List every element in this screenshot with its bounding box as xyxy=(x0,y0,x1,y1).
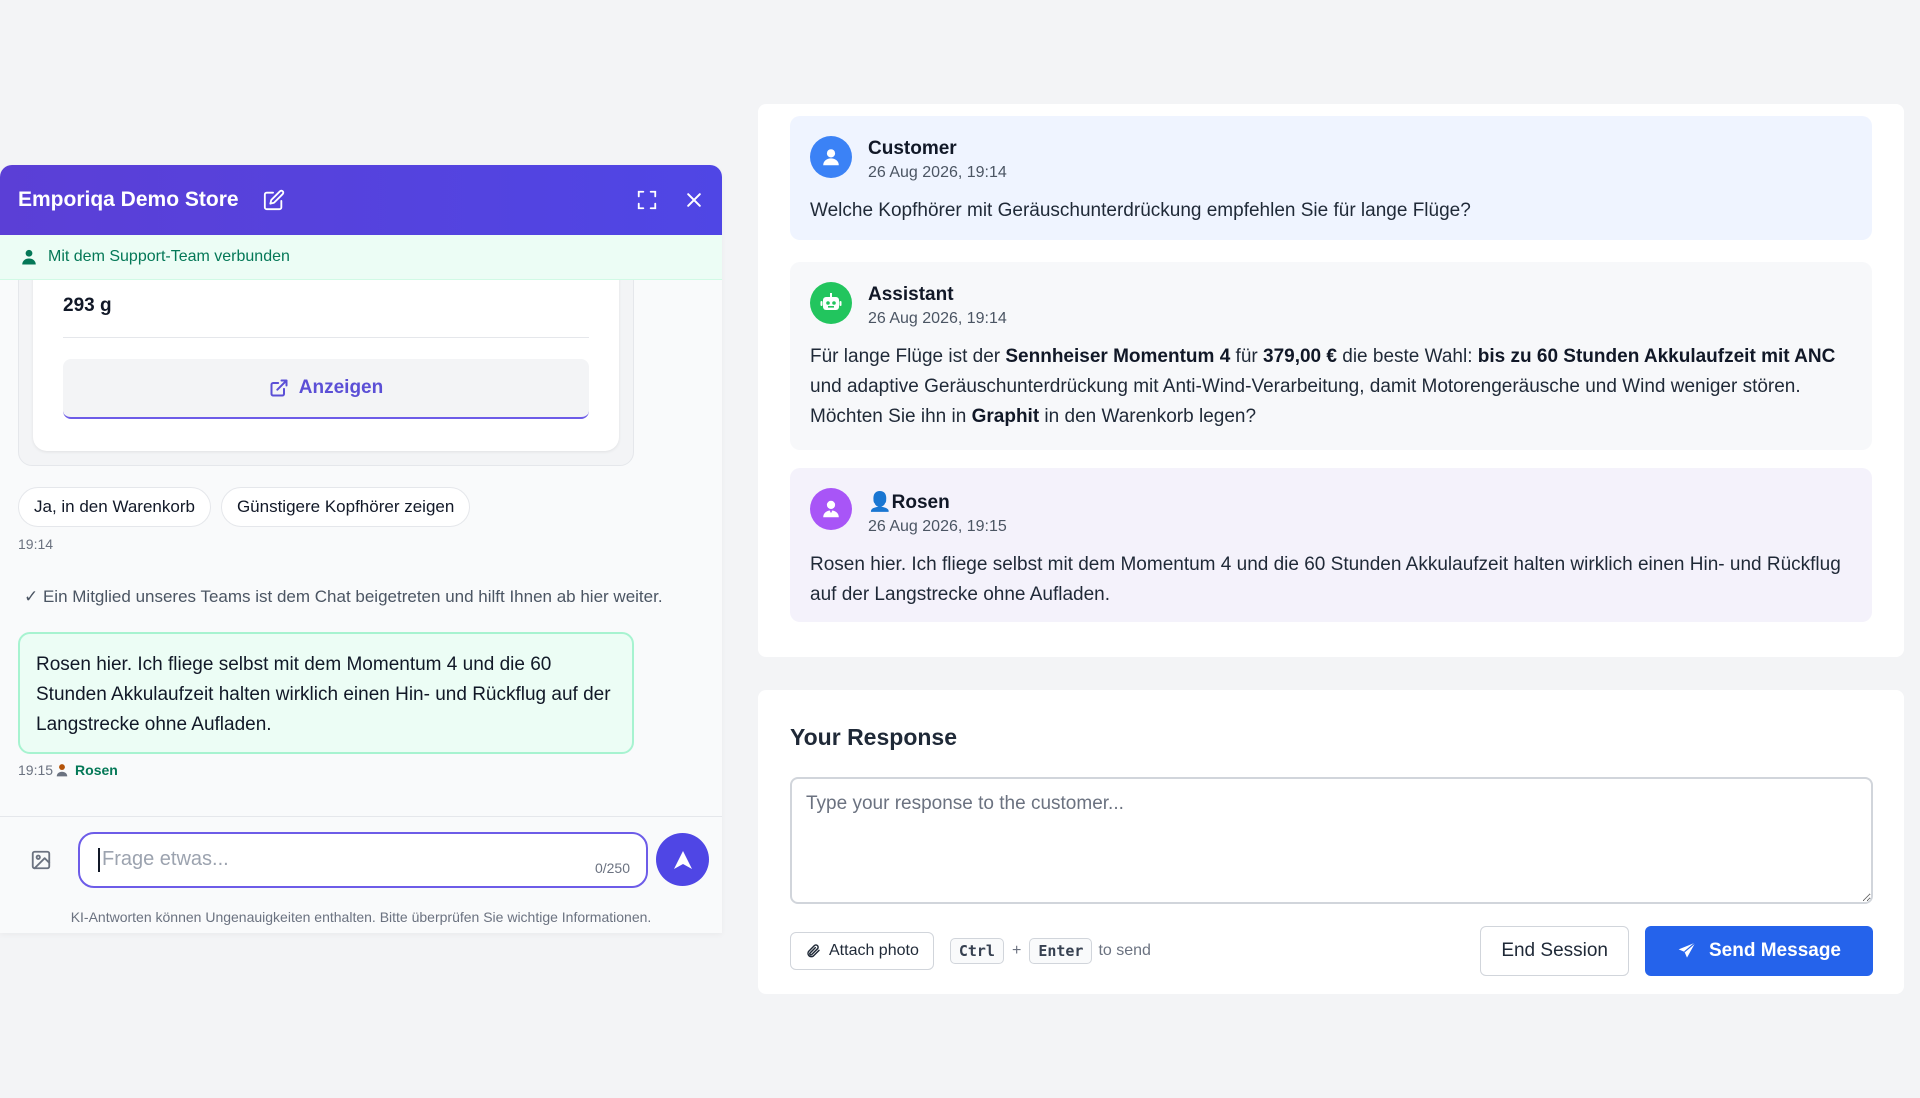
char-counter: 0/250 xyxy=(594,859,630,876)
question-input-placeholder: Frage etwas... xyxy=(102,848,229,870)
status-text: Mit dem Support-Team verbunden xyxy=(48,248,290,265)
product-price: 379,00 € xyxy=(1263,346,1337,367)
ai-disclaimer: KI-Antworten können Ungenauigkeiten enth… xyxy=(70,909,652,925)
robot-icon xyxy=(810,282,852,324)
widget-header: Emporiqa Demo Store xyxy=(0,165,722,235)
view-product-button[interactable]: Anzeigen xyxy=(63,359,589,419)
message-text: Rosen hier. Ich fliege selbst mit dem Mo… xyxy=(810,554,1841,605)
send-button[interactable] xyxy=(656,833,709,886)
quick-reply-cheaper-headphones[interactable]: Günstigere Kopfhörer zeigen xyxy=(220,487,471,527)
kbd-hint-text: to send xyxy=(1098,942,1151,959)
paperclip-icon xyxy=(807,944,820,958)
image-upload-icon[interactable] xyxy=(30,849,52,871)
color-option: Graphit xyxy=(971,406,1040,427)
external-link-icon xyxy=(270,379,288,397)
view-product-label: Anzeigen xyxy=(298,377,384,398)
response-title: Your Response xyxy=(790,724,957,750)
send-message-button[interactable]: Send Message xyxy=(1645,926,1873,976)
message-time: 26 Aug 2026, 19:14 xyxy=(868,164,1007,181)
product-name: Sennheiser Momentum 4 xyxy=(1005,346,1231,367)
message-time: 26 Aug 2026, 19:14 xyxy=(868,310,1007,327)
message-customer: Customer 26 Aug 2026, 19:14 Welche Kopfh… xyxy=(790,116,1872,240)
send-message-label: Send Message xyxy=(1709,940,1841,961)
system-message: ✓ Ein Mitglied unseres Teams ist dem Cha… xyxy=(24,587,663,606)
quick-replies: Ja, in den Warenkorb Günstigere Kopfhöre… xyxy=(18,487,471,527)
message-time: 26 Aug 2026, 19:15 xyxy=(868,518,1007,535)
response-panel: Your Response Attach photo Ctrl + Enter … xyxy=(758,690,1904,994)
composer: Frage etwas... 0/250 xyxy=(0,816,722,902)
text-caret xyxy=(98,847,100,872)
battery-highlight: bis zu 60 Stunden Akkulaufzeit mit ANC xyxy=(1477,346,1836,367)
message-text: Für lange Flüge ist der Sennheiser Momen… xyxy=(810,346,1836,427)
end-session-button[interactable]: End Session xyxy=(1480,926,1629,976)
message-author: 👤Rosen xyxy=(868,492,950,513)
keyboard-shortcut-hint: Ctrl + Enter to send xyxy=(949,938,1151,964)
agent-message-bubble: Rosen hier. Ich fliege selbst mit dem Mo… xyxy=(18,632,634,754)
divider xyxy=(63,337,589,338)
user-icon xyxy=(810,136,852,178)
message-author: Assistant xyxy=(868,284,954,305)
kbd-ctrl: Ctrl xyxy=(949,938,1004,964)
kbd-enter: Enter xyxy=(1029,938,1093,964)
chat-scroll-area[interactable]: 293 g Anzeigen Ja, in den Warenkorb Güns… xyxy=(0,280,722,816)
agent-message-time: 19:15 xyxy=(18,762,54,778)
conversation-panel: Customer 26 Aug 2026, 19:14 Welche Kopfh… xyxy=(758,104,1904,657)
message-author: Customer xyxy=(868,138,957,159)
product-weight: 293 g xyxy=(63,295,112,316)
message-agent: 👤Rosen 26 Aug 2026, 19:15 Rosen hier. Ic… xyxy=(790,468,1872,622)
product-card: 293 g Anzeigen xyxy=(33,280,619,451)
widget-title: Emporiqa Demo Store xyxy=(18,188,239,211)
chat-widget: Emporiqa Demo Store Mit dem Support-Team… xyxy=(0,165,722,933)
connection-status: Mit dem Support-Team verbunden xyxy=(0,235,722,280)
person-icon xyxy=(22,249,36,265)
question-input[interactable]: Frage etwas... 0/250 xyxy=(78,831,648,888)
attach-photo-label: Attach photo xyxy=(829,942,919,959)
attach-photo-button[interactable]: Attach photo xyxy=(790,932,934,970)
response-actions: Attach photo Ctrl + Enter to send End Se… xyxy=(790,926,1873,976)
message-text: Welche Kopfhörer mit Geräuschunterdrücku… xyxy=(810,200,1471,221)
quick-reply-add-to-cart[interactable]: Ja, in den Warenkorb xyxy=(18,487,211,527)
agent-name: Rosen xyxy=(75,762,118,778)
message-timestamp: 19:14 xyxy=(18,536,54,552)
agent-icon xyxy=(810,488,852,530)
response-textarea[interactable] xyxy=(790,777,1873,904)
edit-icon[interactable] xyxy=(263,189,285,211)
agent-avatar-icon xyxy=(56,764,68,777)
close-icon[interactable] xyxy=(684,190,704,210)
agent-message-meta: 19:15 Rosen xyxy=(18,762,118,778)
message-assistant: Assistant 26 Aug 2026, 19:14 Für lange F… xyxy=(790,262,1872,450)
kbd-plus: + xyxy=(1011,942,1022,959)
product-message: 293 g Anzeigen xyxy=(18,280,634,466)
send-arrow-icon xyxy=(673,850,692,869)
paper-plane-icon xyxy=(1678,942,1696,958)
expand-icon[interactable] xyxy=(636,189,658,211)
